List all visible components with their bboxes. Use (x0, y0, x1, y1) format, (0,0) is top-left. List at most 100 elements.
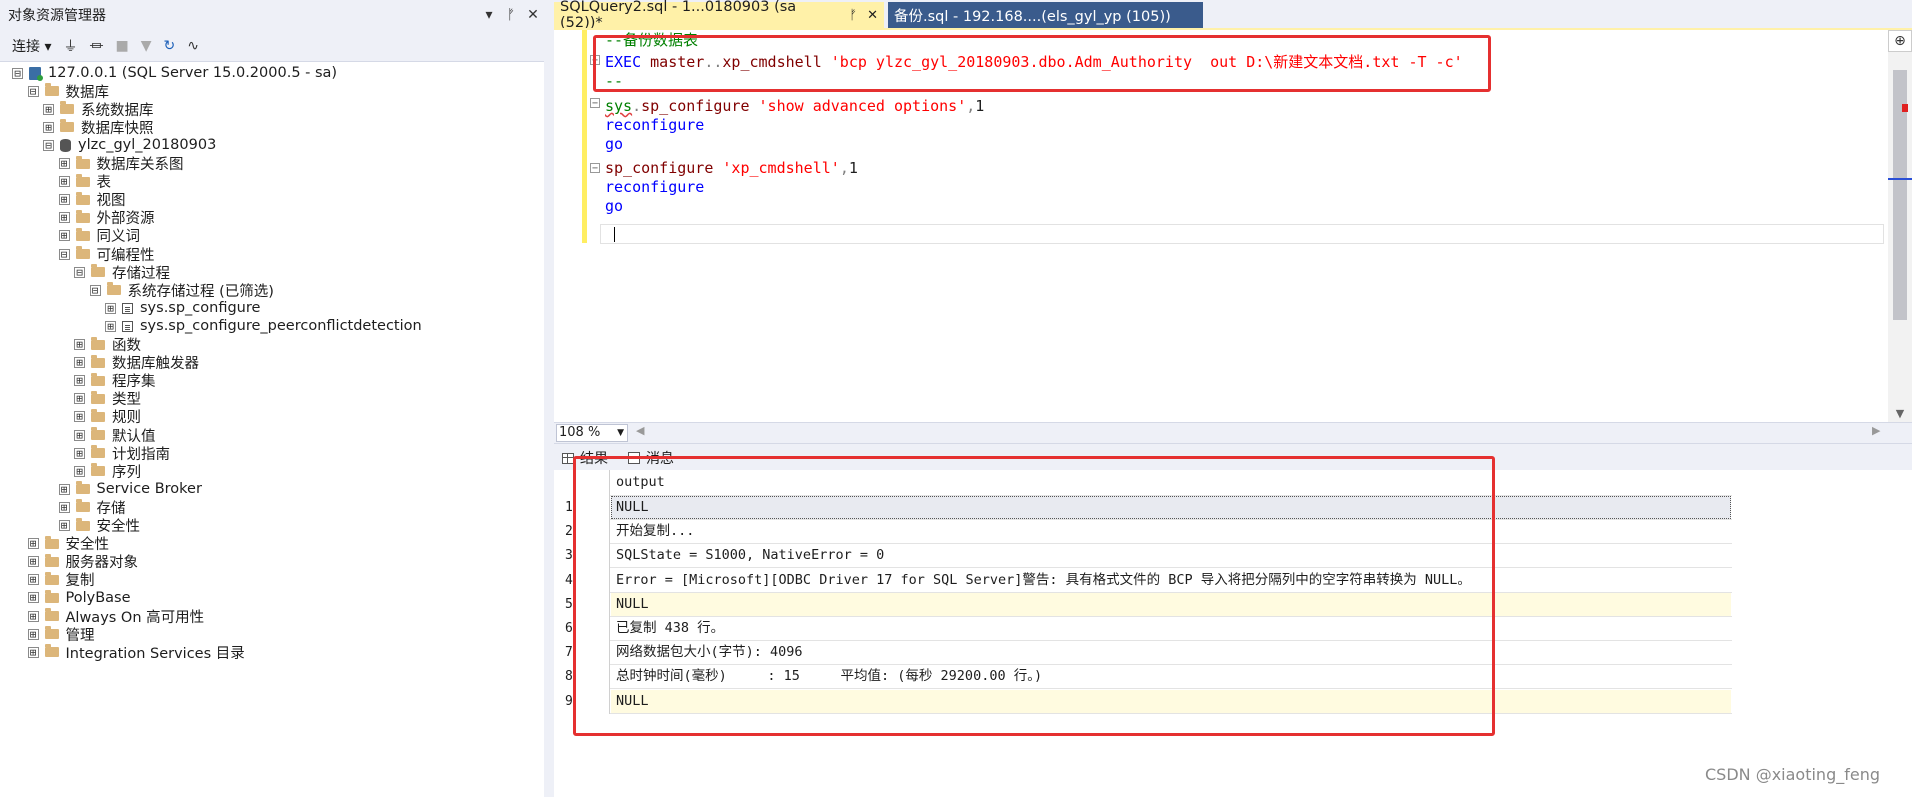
folder-icon (44, 608, 59, 621)
activity-monitor-icon[interactable]: ∿ (187, 38, 199, 54)
expand-icon[interactable]: ⊞ (58, 194, 70, 206)
folder-icon (91, 264, 105, 278)
row-number[interactable]: 8 (565, 669, 573, 684)
expand-icon[interactable]: ⊞ (105, 320, 116, 332)
close-icon[interactable]: ✕ (867, 8, 878, 23)
code-line[interactable]: reconfigure (605, 177, 704, 198)
expand-icon[interactable]: ⊞ (74, 411, 85, 423)
collapse-icon[interactable]: ⊟ (74, 266, 85, 278)
row-number[interactable]: 4 (565, 573, 573, 588)
expand-icon[interactable]: ⊞ (105, 302, 116, 314)
server-icon (29, 66, 43, 81)
text-caret (614, 227, 615, 242)
panel-splitter[interactable] (544, 0, 554, 797)
folder-icon (75, 155, 90, 169)
row-number[interactable]: 3 (565, 548, 573, 563)
folder-icon (91, 427, 105, 440)
expand-icon[interactable]: ⊞ (58, 501, 70, 513)
folder-icon (60, 101, 74, 115)
row-number[interactable]: 9 (565, 694, 573, 709)
refresh-icon[interactable]: ↻ (164, 38, 176, 54)
row-number[interactable]: 7 (565, 645, 573, 660)
dropdown-icon[interactable]: ▾ (478, 7, 500, 23)
expand-icon[interactable]: ⊞ (58, 158, 70, 169)
expand-icon[interactable]: ⊞ (27, 646, 39, 658)
expand-icon[interactable]: ⊞ (43, 121, 54, 133)
collapse-icon[interactable]: ⊟ (43, 139, 54, 151)
object-explorer-title: 对象资源管理器 (8, 8, 106, 24)
tree-node[interactable]: ⊞ sys.sp_configure_peerconflictdetection (105, 315, 422, 337)
code-line[interactable]: go (605, 134, 623, 155)
collapse-icon[interactable]: − (590, 163, 600, 174)
expand-icon[interactable]: ⊞ (74, 429, 85, 441)
close-icon[interactable]: ✕ (522, 7, 544, 23)
expand-icon[interactable]: ⊞ (27, 628, 39, 640)
expand-icon[interactable]: ⊞ (27, 574, 39, 586)
code-line[interactable]: go (605, 196, 623, 217)
expand-icon[interactable]: ⊞ (58, 230, 70, 242)
tree-node-label: Integration Services 目录 (65, 645, 245, 662)
code-token: sp_configure (605, 159, 723, 177)
expand-icon[interactable]: ⊞ (58, 520, 70, 531)
row-number[interactable]: 5 (565, 597, 573, 612)
split-window-icon[interactable]: ⊕ (1888, 30, 1912, 52)
folder-icon (75, 173, 90, 187)
tab-backup-sql[interactable]: 备份.sql - 192.168....(els_gyl_yp (105)) (888, 2, 1203, 28)
expand-icon[interactable]: ⊞ (74, 357, 85, 369)
expand-icon[interactable]: ⊞ (74, 393, 85, 405)
disconnect-icon[interactable]: ⏛ (89, 36, 103, 56)
expand-icon[interactable]: ⊞ (58, 212, 70, 224)
pin-icon[interactable]: ᚠ (849, 8, 857, 23)
expand-icon[interactable]: ⊞ (58, 483, 70, 495)
stop-icon[interactable]: ■ (115, 38, 128, 54)
collapse-icon[interactable]: − (590, 98, 600, 109)
editor-vertical-scrollbar[interactable]: ▼ (1888, 30, 1912, 422)
collapse-icon[interactable]: ⊟ (27, 85, 39, 97)
tab-label: 备份.sql - 192.168....(els_gyl_yp (105)) (894, 8, 1171, 25)
code-token: reconfigure (605, 178, 705, 196)
expand-icon[interactable]: ⊞ (43, 103, 54, 115)
expand-icon[interactable]: ⊞ (74, 375, 85, 387)
tree-node[interactable]: ⊞ Integration Services 目录 (27, 641, 245, 663)
code-token: go (605, 135, 624, 153)
connect-plug-icon[interactable]: ⏚ (63, 36, 77, 56)
chevron-down-icon: ▼ (617, 428, 624, 438)
folder-icon (75, 499, 90, 513)
expand-icon[interactable]: ⊞ (74, 339, 85, 350)
pin-icon[interactable]: ᚠ (500, 7, 522, 23)
collapse-icon[interactable]: ⊟ (89, 284, 101, 296)
expand-icon[interactable]: ⊞ (74, 465, 85, 477)
row-number[interactable]: 1 (565, 500, 573, 515)
editor-status-strip (554, 422, 1912, 444)
scroll-left-icon[interactable]: ◀ (636, 424, 644, 437)
code-line[interactable]: reconfigure (605, 115, 704, 136)
connect-button[interactable]: 连接 ▾ (12, 36, 51, 56)
filter-icon[interactable]: ▼ (141, 38, 152, 54)
expand-icon[interactable]: ⊞ (27, 538, 39, 550)
tree-node-label: sys.sp_configure (140, 300, 261, 317)
collapse-icon[interactable]: ⊟ (58, 248, 70, 260)
code-line[interactable]: sp_configure 'xp_cmdshell',1 (605, 158, 858, 179)
folder-icon (91, 372, 105, 386)
scroll-right-icon[interactable]: ▶ (1872, 424, 1880, 437)
code-token: sys (605, 97, 633, 115)
tab-label: SQLQuery2.sql - 1...0180903 (sa (52))* (560, 0, 797, 31)
collapse-icon[interactable]: ⊟ (12, 67, 23, 79)
highlight-annotation-box (573, 456, 1495, 736)
zoom-select[interactable]: 108 % ▼ (556, 424, 628, 442)
folder-icon (44, 553, 59, 567)
expand-icon[interactable]: ⊞ (58, 176, 70, 188)
folder-icon (91, 390, 105, 404)
code-token: sp_configure (641, 97, 759, 115)
tree-node-label: sys.sp_configure_peerconflictdetection (140, 318, 422, 335)
expand-icon[interactable]: ⊞ (27, 610, 39, 622)
row-number[interactable]: 6 (565, 621, 573, 636)
row-number[interactable]: 2 (565, 524, 573, 539)
expand-icon[interactable]: ⊞ (27, 592, 39, 604)
tab-sqlquery2[interactable]: SQLQuery2.sql - 1...0180903 (sa (52))* ᚠ… (554, 0, 884, 31)
code-line[interactable]: sys.sp_configure 'show advanced options'… (605, 96, 984, 117)
scroll-down-icon[interactable]: ▼ (1888, 407, 1912, 420)
error-marker (1902, 104, 1908, 112)
expand-icon[interactable]: ⊞ (74, 447, 85, 459)
expand-icon[interactable]: ⊞ (27, 556, 39, 568)
